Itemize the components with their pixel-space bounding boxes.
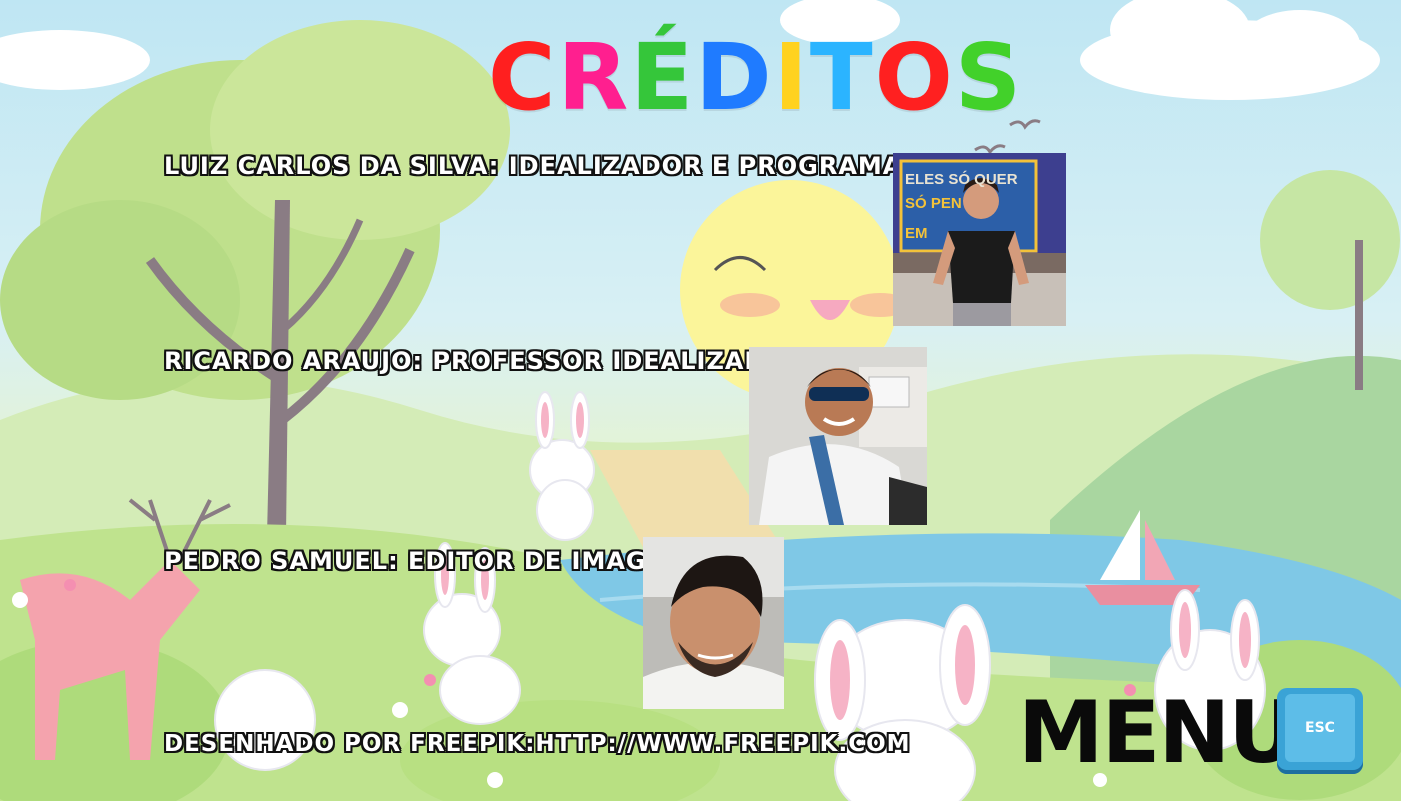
credit-line-luiz: Luiz Carlos da Silva: Idealizador e Prog…: [164, 152, 965, 180]
credit-line-ricardo: Ricardo Araujo: Professor Idealizador: [164, 347, 807, 375]
title-letter: D: [695, 24, 774, 131]
credit-line-pedro: Pedro Samuel: Editor de Imagens: [164, 547, 704, 575]
photo-pedro-image: [643, 537, 784, 709]
title-letter: T: [809, 24, 875, 131]
title-letter: O: [874, 24, 955, 131]
photo-ricardo-image: [749, 347, 927, 525]
title-letter: C: [488, 24, 558, 131]
menu-label: MENU: [1018, 683, 1298, 783]
title-letter: S: [954, 24, 1024, 131]
poster-text-3: EM: [905, 225, 928, 242]
photo-pedro: [643, 537, 784, 709]
title-letter: É: [630, 24, 696, 131]
credits-screen: CRÉDITOS Luiz Carlos da Silva: Idealizad…: [0, 0, 1401, 801]
title-letter: R: [557, 24, 631, 131]
poster-text-1: ELES SÓ QUER: [905, 171, 1018, 188]
title-letter: I: [773, 24, 810, 131]
page-title: CRÉDITOS: [488, 28, 1023, 128]
photo-ricardo: [749, 347, 927, 525]
esc-key-button[interactable]: ESC: [1277, 688, 1363, 774]
photo-luiz: ELES SÓ QUER SÓ PEN EM: [893, 153, 1066, 326]
poster-text-2: SÓ PEN: [905, 195, 962, 212]
esc-key-label: ESC: [1285, 694, 1355, 762]
freepik-attribution: Desenhado por Freepik:http://www.freepik…: [164, 731, 911, 757]
